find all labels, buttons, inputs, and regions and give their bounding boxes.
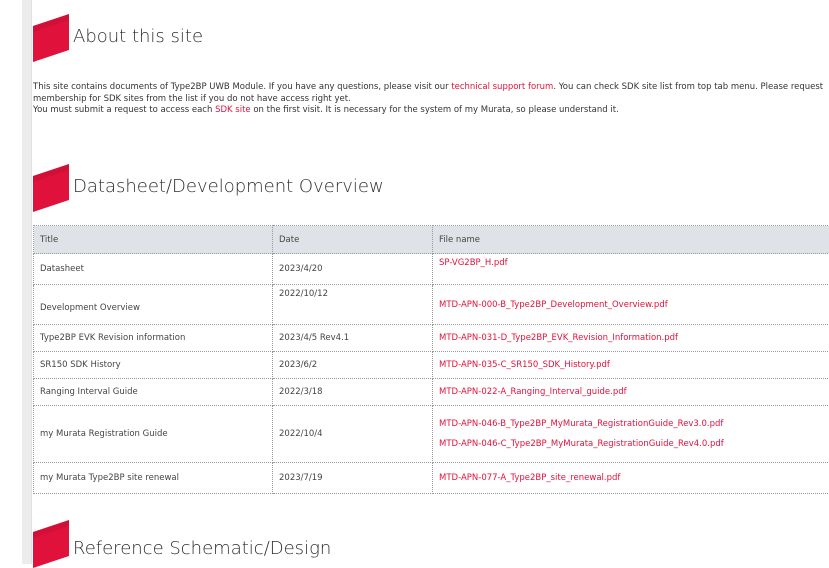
documents-table: Title Date File name Datasheet 2023/4/20… <box>33 225 829 494</box>
table-row: SR150 SDK History 2023/6/2 MTD-APN-035-C… <box>34 352 829 379</box>
about-text-2a: You must submit a request to access each <box>33 105 215 115</box>
row-date: 2023/4/20 <box>273 254 433 285</box>
section-badge-icon <box>33 162 69 212</box>
file-link[interactable]: MTD-APN-046-B_Type2BP_MyMurata_Registrat… <box>439 419 823 429</box>
file-link[interactable]: MTD-APN-000-B_Type2BP_Development_Overvi… <box>439 300 823 310</box>
row-files: MTD-APN-077-A_Type2BP_site_renewal.pdf <box>433 463 829 494</box>
table-row: Type2BP EVK Revision information 2023/4/… <box>34 325 829 352</box>
row-title: Ranging Interval Guide <box>34 379 273 406</box>
table-header-row: Title Date File name <box>34 226 829 254</box>
about-paragraph-2: You must submit a request to access each… <box>33 105 828 117</box>
section-badge-icon <box>33 518 69 568</box>
file-link[interactable]: MTD-APN-022-A_Ranging_Interval_guide.pdf <box>439 387 823 397</box>
about-title: About this site <box>73 26 203 47</box>
row-files: MTD-APN-035-C_SR150_SDK_History.pdf <box>433 352 829 379</box>
page-left-rule <box>22 0 32 564</box>
technical-support-forum-link[interactable]: technical support forum <box>451 82 553 92</box>
about-text-2b: on the first visit. It is necessary for … <box>251 105 619 115</box>
row-files: MTD-APN-022-A_Ranging_Interval_guide.pdf <box>433 379 829 406</box>
file-link[interactable]: MTD-APN-031-D_Type2BP_EVK_Revision_Infor… <box>439 333 823 343</box>
row-date: 2023/4/5 Rev4.1 <box>273 325 433 352</box>
row-files: MTD-APN-046-B_Type2BP_MyMurata_Registrat… <box>433 406 829 463</box>
row-files: SP-VG2BP_H.pdf <box>433 254 829 285</box>
table-row: my Murata Registration Guide 2022/10/4 M… <box>34 406 829 463</box>
datasheet-title: Datasheet/Development Overview <box>73 176 384 197</box>
row-files: MTD-APN-000-B_Type2BP_Development_Overvi… <box>433 285 829 325</box>
table-row: Datasheet 2023/4/20 SP-VG2BP_H.pdf <box>34 254 829 285</box>
file-link[interactable]: MTD-APN-046-C_Type2BP_MyMurata_Registrat… <box>439 439 823 449</box>
reference-section-header: Reference Schematic/Design <box>33 518 813 568</box>
row-title: my Murata Registration Guide <box>34 406 273 463</box>
datasheet-section-header: Datasheet/Development Overview <box>33 162 813 212</box>
reference-title: Reference Schematic/Design <box>73 538 331 559</box>
file-link[interactable]: MTD-APN-035-C_SR150_SDK_History.pdf <box>439 360 823 370</box>
sdk-site-link[interactable]: SDK site <box>215 105 251 115</box>
about-paragraph-1: This site contains documents of Type2BP … <box>33 82 828 105</box>
table-row: my Murata Type2BP site renewal 2023/7/19… <box>34 463 829 494</box>
column-header-title: Title <box>34 226 273 254</box>
row-title: Development Overview <box>34 285 273 325</box>
row-files: MTD-APN-031-D_Type2BP_EVK_Revision_Infor… <box>433 325 829 352</box>
file-link[interactable]: MTD-APN-077-A_Type2BP_site_renewal.pdf <box>439 473 823 483</box>
about-text: This site contains documents of Type2BP … <box>33 82 828 117</box>
row-title: Datasheet <box>34 254 273 285</box>
row-date: 2022/10/12 <box>273 285 433 325</box>
row-date: 2022/10/4 <box>273 406 433 463</box>
row-date: 2022/3/18 <box>273 379 433 406</box>
row-title: my Murata Type2BP site renewal <box>34 463 273 494</box>
row-title: Type2BP EVK Revision information <box>34 325 273 352</box>
file-link[interactable]: SP-VG2BP_H.pdf <box>439 258 823 268</box>
row-title: SR150 SDK History <box>34 352 273 379</box>
column-header-date: Date <box>273 226 433 254</box>
about-text-1a: This site contains documents of Type2BP … <box>33 82 451 92</box>
table-row: Development Overview 2022/10/12 MTD-APN-… <box>34 285 829 325</box>
column-header-file-name: File name <box>433 226 829 254</box>
section-badge-icon <box>33 12 69 62</box>
row-date: 2023/6/2 <box>273 352 433 379</box>
row-date: 2023/7/19 <box>273 463 433 494</box>
table-row: Ranging Interval Guide 2022/3/18 MTD-APN… <box>34 379 829 406</box>
main-content: About this site This site contains docum… <box>33 0 829 564</box>
about-section-header: About this site <box>33 12 813 62</box>
